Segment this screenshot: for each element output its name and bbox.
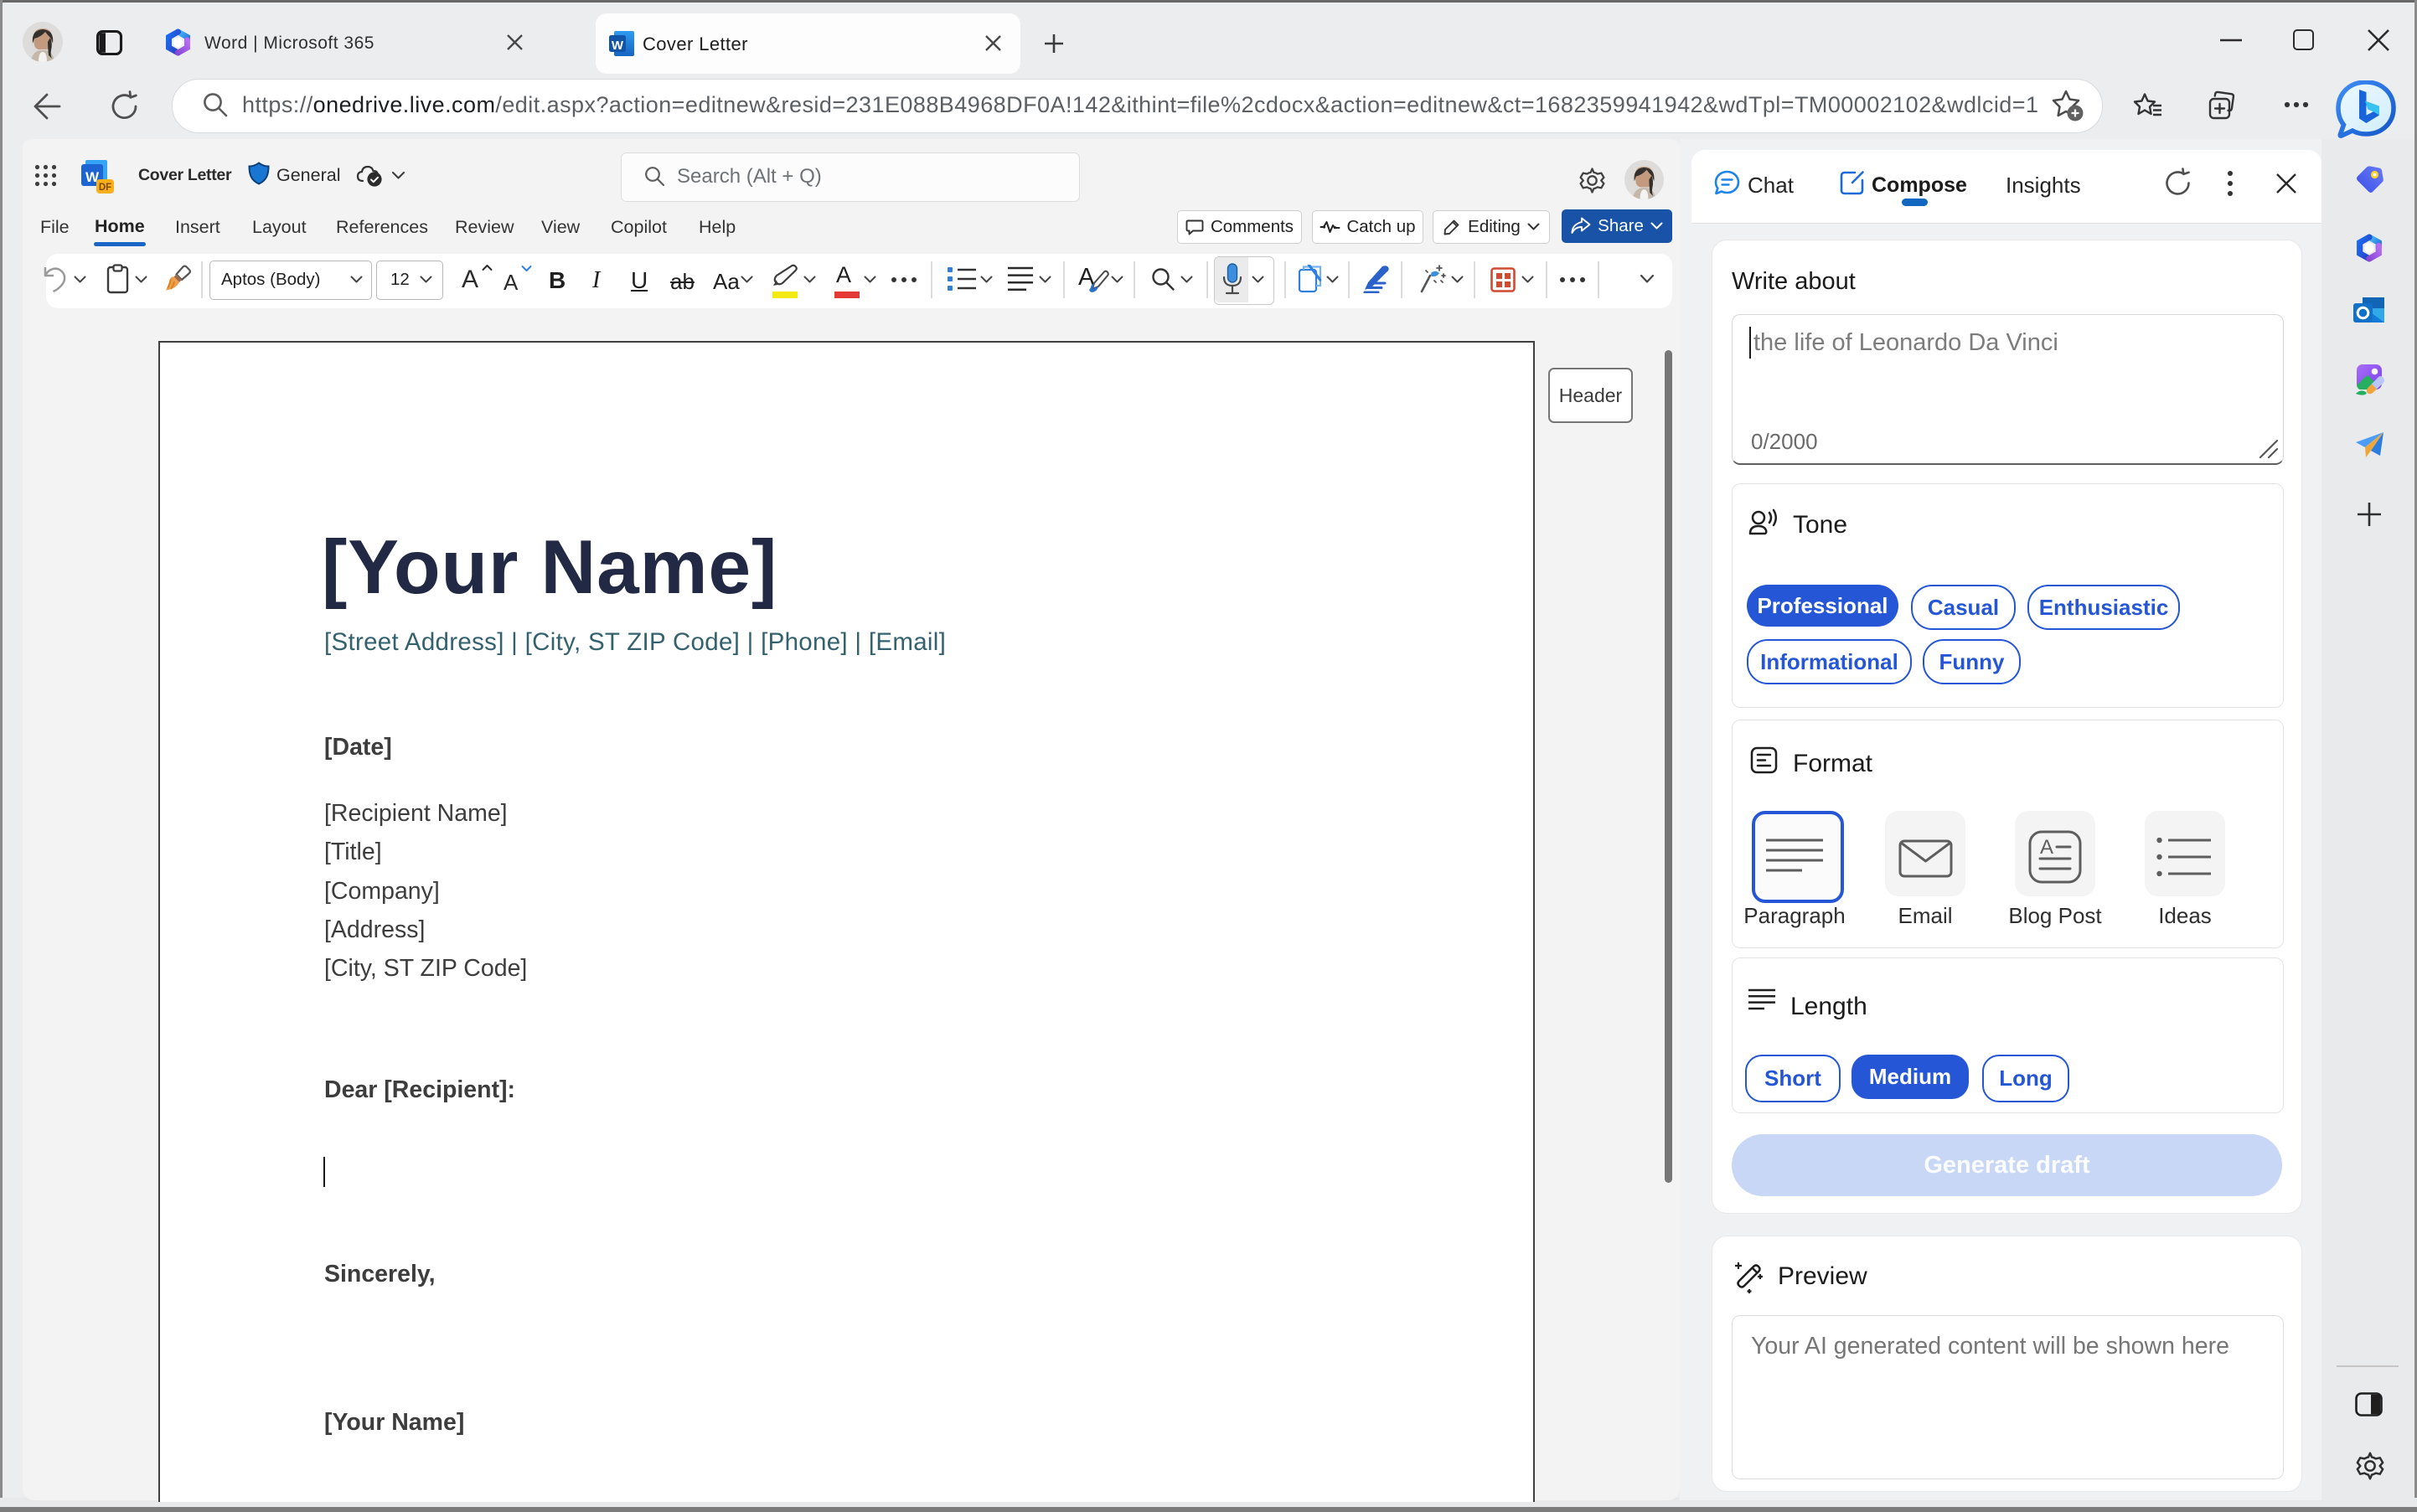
svg-text:A: A	[2040, 836, 2053, 859]
svg-text:DF: DF	[99, 183, 111, 193]
svg-text:W: W	[612, 39, 624, 53]
